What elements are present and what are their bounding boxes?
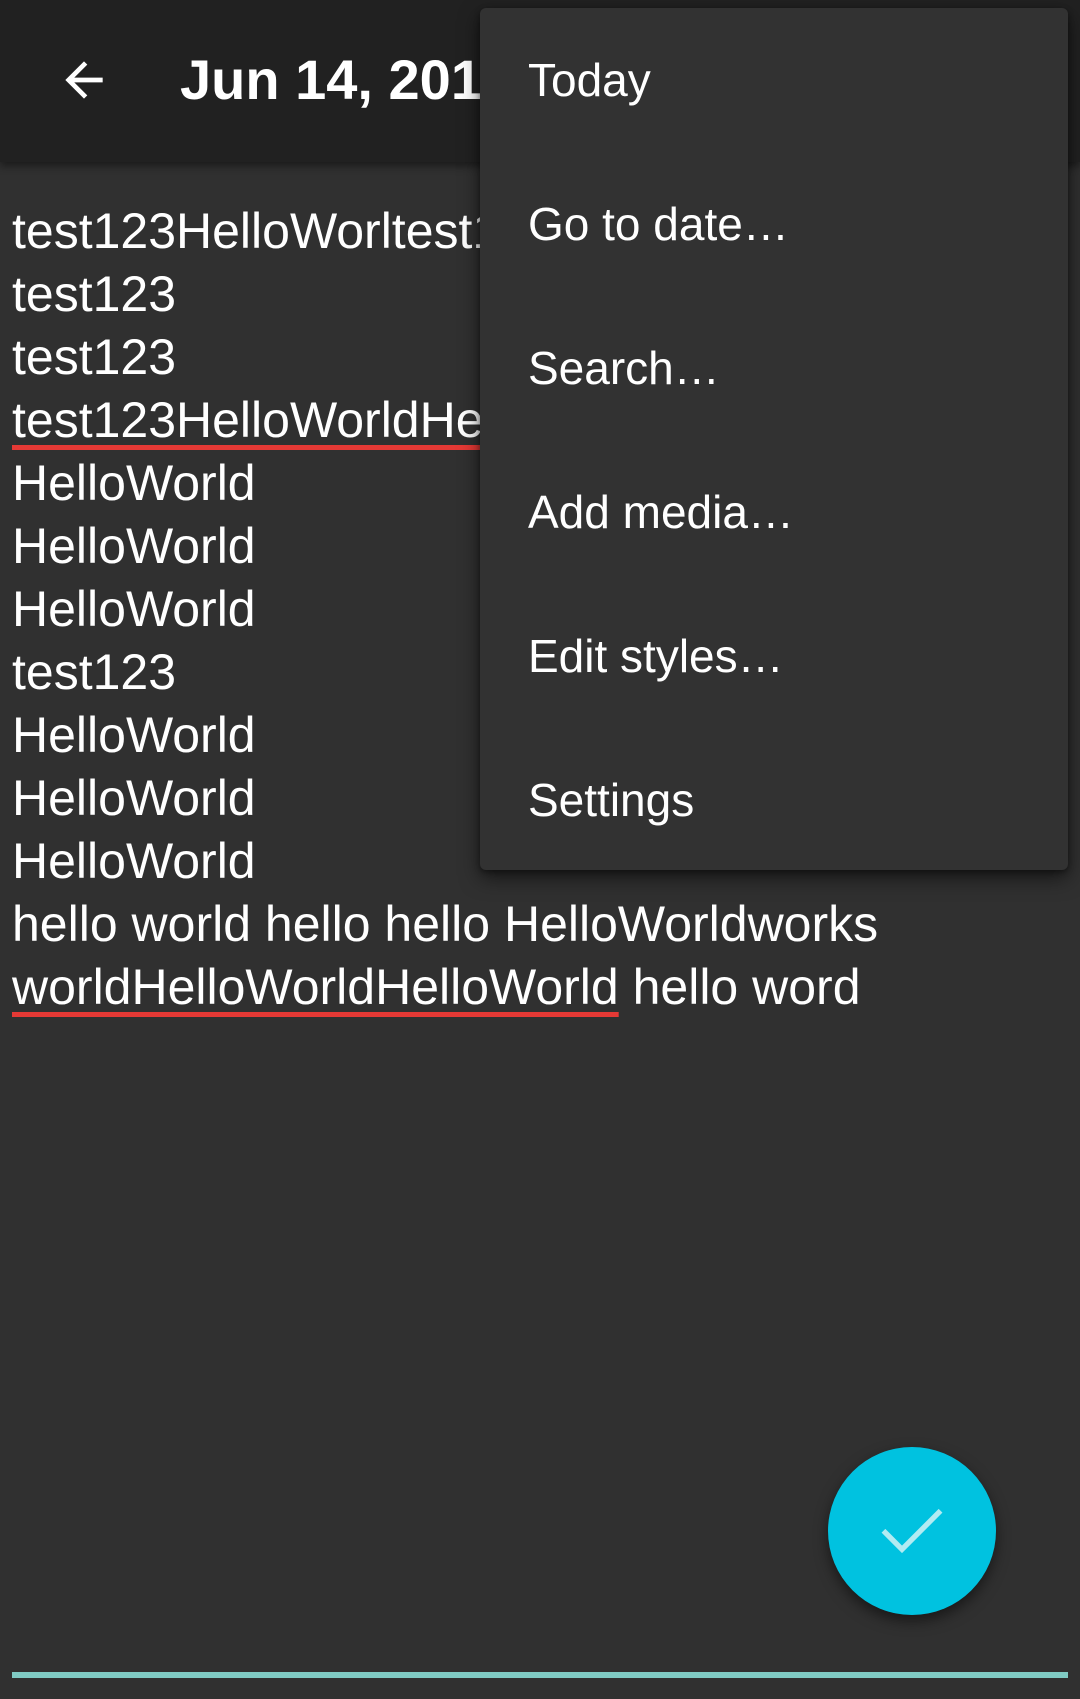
back-button[interactable] <box>40 40 128 120</box>
check-icon <box>881 1508 943 1554</box>
editor-line: worldHelloWorldHelloWorld hello word <box>12 959 861 1015</box>
menu-item-edit-styles[interactable]: Edit styles… <box>480 584 1068 728</box>
app-root: Jun 14, 2019 test123HelloWorltest123 tes… <box>0 0 1080 1699</box>
toolbar-title: Jun 14, 2019 <box>180 48 514 111</box>
editor-line: hello world hello hello HelloWorldworks <box>12 896 879 952</box>
save-button[interactable] <box>828 1447 996 1615</box>
menu-item-settings[interactable]: Settings <box>480 728 1068 872</box>
menu-item-go-to-date[interactable]: Go to date… <box>480 152 1068 296</box>
misspelled-word[interactable]: worldHelloWorldHelloWorld <box>12 959 619 1015</box>
menu-item-search[interactable]: Search… <box>480 296 1068 440</box>
arrow-left-icon <box>65 61 103 99</box>
editor-focus-underline <box>12 1672 1068 1678</box>
menu-item-add-media[interactable]: Add media… <box>480 440 1068 584</box>
overflow-menu: Today Go to date… Search… Add media… Edi… <box>480 8 1068 870</box>
menu-item-today[interactable]: Today <box>480 8 1068 152</box>
